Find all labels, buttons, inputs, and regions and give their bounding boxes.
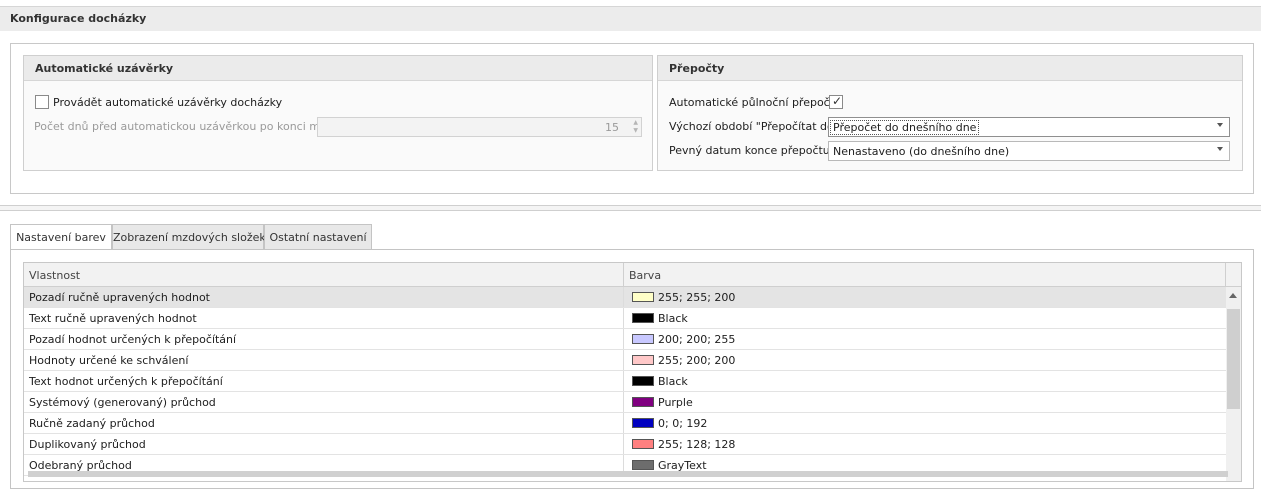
property-cell: Pozadí ručně upravených hodnot: [24, 287, 624, 307]
scroll-up-icon[interactable]: [1229, 293, 1237, 298]
days-before-label: Počet dnů před automatickou uzávěrkou po…: [34, 120, 349, 133]
color-swatch: [632, 313, 654, 323]
color-value: 255; 255; 200: [658, 291, 736, 304]
table-row[interactable]: Ručně zadaný průchod 0; 0; 192: [24, 413, 1226, 434]
fixed-date-value: Nenastaveno (do dnešního dne): [833, 145, 1010, 158]
color-swatch: [632, 439, 654, 449]
color-swatch: [632, 418, 654, 428]
page-title: Konfigurace docházky: [0, 7, 1261, 31]
table-row[interactable]: Pozadí ručně upravených hodnot 255; 255; …: [24, 287, 1226, 308]
color-swatch: [632, 355, 654, 365]
table-row[interactable]: Text hodnot určených k přepočítání Black: [24, 371, 1226, 392]
color-value: 255; 128; 128: [658, 438, 736, 451]
column-header-property[interactable]: Vlastnost: [24, 263, 624, 287]
default-period-label: Výchozí období "Přepočítat do": [669, 120, 839, 133]
auto-close-checkbox[interactable]: [35, 95, 49, 109]
days-before-spinner[interactable]: 15 ▲ ▼: [317, 117, 642, 137]
table-row[interactable]: Pozadí hodnot určených k přepočítání 200;…: [24, 329, 1226, 350]
recalc-group: Přepočty Automatické půlnoční přepočty ✓…: [657, 55, 1243, 171]
color-swatch: [632, 334, 654, 344]
color-value: Black: [658, 375, 688, 388]
horizontal-scrollbar[interactable]: [28, 471, 1228, 477]
property-cell: Duplikovaný průchod: [24, 434, 624, 454]
recalc-group-title: Přepočty: [658, 56, 1242, 81]
config-panel: Automatické uzávěrky Provádět automatick…: [10, 43, 1254, 194]
table-row[interactable]: Text ručně upravených hodnot Black: [24, 308, 1226, 329]
grid-header: Vlastnost Barva: [24, 263, 1241, 287]
color-value: Black: [658, 312, 688, 325]
color-cell[interactable]: Purple: [624, 392, 1226, 412]
midnight-recalc-checkbox[interactable]: ✓: [829, 94, 843, 109]
chevron-down-icon[interactable]: [1217, 123, 1223, 127]
color-cell[interactable]: 255; 128; 128: [624, 434, 1226, 454]
auto-close-group: Automatické uzávěrky Provádět automatick…: [23, 55, 653, 171]
property-cell: Ručně zadaný průchod: [24, 413, 624, 433]
default-period-select[interactable]: Přepočet do dnešního dne: [828, 117, 1230, 137]
auto-close-label: Provádět automatické uzávěrky docházky: [53, 96, 283, 109]
color-value: 200; 200; 255: [658, 333, 736, 346]
table-row[interactable]: Hodnoty určené ke schválení 255; 200; 200: [24, 350, 1226, 371]
fixed-date-label: Pevný datum konce přepočtu: [669, 144, 830, 157]
property-cell: Text ručně upravených hodnot: [24, 308, 624, 328]
days-before-value: 15: [605, 121, 619, 134]
color-grid: Vlastnost Barva Pozadí ručně upravených …: [23, 262, 1242, 482]
vertical-scrollbar[interactable]: [1226, 287, 1241, 481]
chevron-down-icon[interactable]: [1217, 147, 1223, 151]
auto-close-group-title: Automatické uzávěrky: [24, 56, 652, 81]
color-cell[interactable]: 200; 200; 255: [624, 329, 1226, 349]
color-value: Purple: [658, 396, 693, 409]
property-cell: Pozadí hodnot určených k přepočítání: [24, 329, 624, 349]
midnight-recalc-label: Automatické půlnoční přepočty: [669, 96, 841, 109]
spinner-arrows-icon[interactable]: ▲ ▼: [633, 119, 638, 135]
color-cell[interactable]: Black: [624, 371, 1226, 391]
property-cell: Hodnoty určené ke schválení: [24, 350, 624, 370]
column-header-color[interactable]: Barva: [624, 263, 1226, 287]
color-value: 255; 200; 200: [658, 354, 736, 367]
color-cell[interactable]: Black: [624, 308, 1226, 328]
splitter[interactable]: [0, 205, 1261, 211]
color-value: 0; 0; 192: [658, 417, 708, 430]
color-swatch: [632, 460, 654, 470]
table-row[interactable]: Duplikovaný průchod 255; 128; 128: [24, 434, 1226, 455]
tab-other-settings[interactable]: Ostatní nastavení: [264, 224, 372, 250]
table-row[interactable]: Systémový (generovaný) průchod Purple: [24, 392, 1226, 413]
scroll-thumb[interactable]: [1227, 309, 1240, 409]
color-swatch: [632, 397, 654, 407]
checkmark-icon: ✓: [832, 94, 843, 108]
tab-colors[interactable]: Nastavení barev: [10, 224, 112, 251]
tab-wage-components[interactable]: Zobrazení mzdových složek: [112, 224, 266, 250]
grid-rows: Pozadí ručně upravených hodnot 255; 255; …: [24, 287, 1226, 476]
default-period-value: Přepočet do dnešního dne: [829, 120, 980, 135]
property-cell: Text hodnot určených k přepočítání: [24, 371, 624, 391]
color-cell[interactable]: 0; 0; 192: [624, 413, 1226, 433]
color-swatch: [632, 292, 654, 302]
fixed-date-select[interactable]: Nenastaveno (do dnešního dne): [828, 141, 1230, 161]
tab-panel-colors: Vlastnost Barva Pozadí ručně upravených …: [10, 249, 1254, 489]
color-swatch: [632, 376, 654, 386]
property-cell: Systémový (generovaný) průchod: [24, 392, 624, 412]
color-cell[interactable]: 255; 255; 200: [624, 287, 1226, 307]
color-cell[interactable]: 255; 200; 200: [624, 350, 1226, 370]
